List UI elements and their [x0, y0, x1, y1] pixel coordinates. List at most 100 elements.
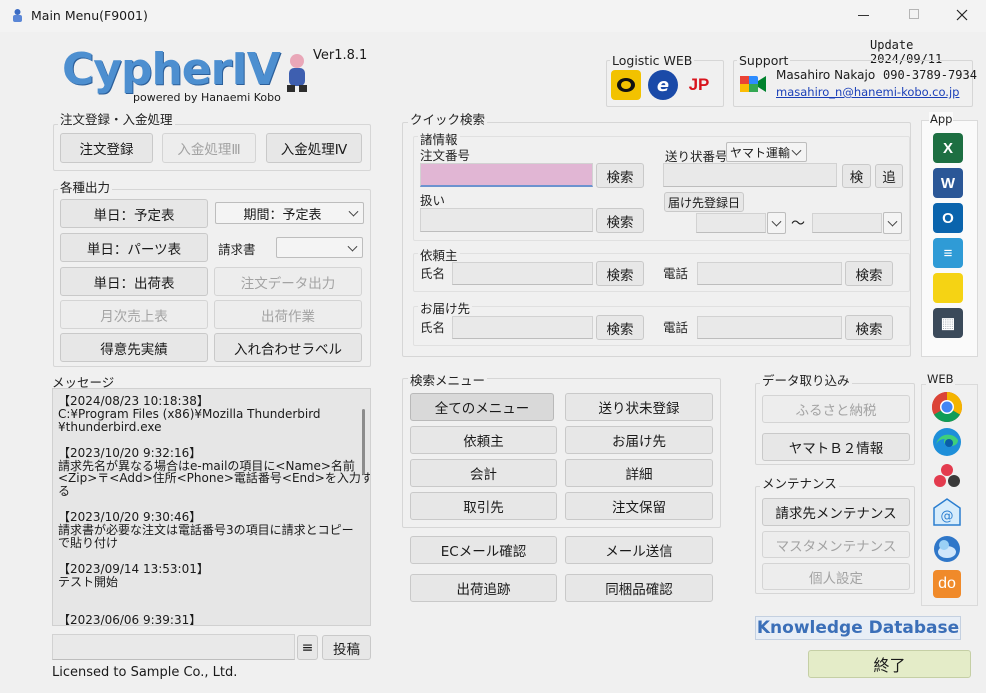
flower-app-icon[interactable]: [931, 461, 963, 493]
dest-phone-input[interactable]: [697, 316, 842, 339]
tracking-input[interactable]: [663, 163, 837, 187]
payment4-button[interactable]: 入金処理Ⅳ: [266, 133, 362, 163]
handling-input[interactable]: [420, 208, 593, 232]
calculator-letter: ▦: [940, 315, 956, 332]
date-from-input[interactable]: [696, 213, 766, 233]
message-menu-button[interactable]: ≡: [297, 635, 318, 660]
mail-app-icon[interactable]: @: [931, 496, 963, 528]
daily-ship-button[interactable]: 単日：出荷表: [60, 267, 208, 296]
logistic-web-title: Logistic WEB: [610, 53, 695, 68]
dest-name-input[interactable]: [452, 316, 593, 339]
message-line: [58, 589, 358, 602]
order-no-input[interactable]: [420, 163, 593, 187]
inspect-button[interactable]: 検: [842, 164, 871, 188]
personal-settings-button[interactable]: 個人設定: [762, 563, 910, 590]
minimize-icon[interactable]: [858, 15, 869, 16]
payment3-button[interactable]: 入金処理Ⅲ: [162, 133, 256, 163]
packing-label-button[interactable]: 入れ合わせラベル: [214, 333, 362, 362]
app-panel-title: App: [929, 112, 954, 126]
date-to-input[interactable]: [812, 213, 882, 233]
do-app-icon[interactable]: do: [933, 570, 961, 598]
support-email-link[interactable]: masahiro_n@hanemi-kobo.co.jp: [776, 85, 959, 99]
untracked-button[interactable]: 送り状未登録: [565, 393, 713, 421]
yamato-b2-button[interactable]: ヤマトＢ２情報: [762, 433, 910, 461]
message-line: 【2023/09/14 13:53:01】: [58, 561, 209, 576]
order-no-search-button[interactable]: 検索: [596, 163, 644, 188]
message-line: 【2024/08/23 10:18:38】: [58, 394, 209, 408]
search-client-button[interactable]: 依頼主: [410, 426, 557, 454]
maintenance-title: メンテナンス: [760, 473, 839, 492]
order-register-button[interactable]: 注文登録: [60, 133, 153, 163]
on-hold-button[interactable]: 注文保留: [565, 492, 713, 520]
ship-track-button[interactable]: 出荷追跡: [410, 574, 557, 602]
sagawa-logo-icon[interactable]: e: [648, 70, 678, 100]
post-button[interactable]: 投稿: [322, 635, 371, 660]
calculator-icon[interactable]: ▦: [933, 308, 963, 338]
daily-parts-button[interactable]: 単日：パーツ表: [60, 233, 208, 262]
notepad-letter: ≡: [943, 244, 953, 262]
all-menu-button[interactable]: 全てのメニュー: [410, 393, 554, 421]
daily-schedule-button[interactable]: 単日：予定表: [60, 199, 208, 228]
edge-icon[interactable]: [931, 426, 963, 458]
furusato-button[interactable]: ふるさと納税: [762, 395, 910, 423]
master-maintenance-button[interactable]: マスタメンテナンス: [762, 531, 910, 558]
sticky-notes-icon[interactable]: [933, 273, 963, 303]
maximize-icon[interactable]: [909, 9, 919, 19]
chrome-icon[interactable]: [931, 391, 963, 423]
knowledge-database-link[interactable]: Knowledge Database: [755, 616, 961, 640]
message-line: <Zip>〒<Add>住所<Phone>電話番号<End>を入力す: [58, 471, 371, 486]
message-input[interactable]: [52, 634, 295, 660]
exit-button[interactable]: 終了: [808, 650, 971, 678]
thunderbird-icon[interactable]: [931, 533, 963, 565]
search-destination-button[interactable]: お届け先: [565, 426, 713, 454]
detail-button[interactable]: 詳細: [565, 459, 713, 487]
close-icon[interactable]: [954, 7, 970, 23]
period-schedule-select[interactable]: 期間：予定表: [215, 202, 364, 224]
japanpost-logo-icon[interactable]: JP: [684, 70, 714, 100]
chevron-down-icon: [791, 145, 802, 156]
period-schedule-value: 期間：予定表: [243, 207, 322, 223]
invoice-select[interactable]: [276, 237, 363, 258]
message-line: テスト開始: [58, 574, 119, 589]
handling-search-button[interactable]: 検索: [596, 208, 644, 233]
window-title: Main Menu(F9001): [31, 8, 148, 23]
monthly-sales-button[interactable]: 月次売上表: [60, 300, 208, 329]
date-to-dropdown[interactable]: [883, 212, 902, 234]
carrier-select[interactable]: ヤマト運輸: [726, 142, 807, 162]
order-data-output-button[interactable]: 注文データ出力: [214, 267, 362, 296]
yamato-logo-icon[interactable]: [611, 70, 641, 100]
ec-mail-button[interactable]: ECメール確認: [410, 536, 557, 564]
client-phone-search-button[interactable]: 検索: [845, 261, 893, 286]
meet-icon[interactable]: [739, 72, 767, 96]
dest-phone-search-button[interactable]: 検索: [845, 315, 893, 340]
message-line: [58, 550, 358, 563]
message-line: C:¥Program Files (x86)¥Mozilla Thunderbi…: [58, 406, 321, 421]
order-no-label: 注文番号: [420, 148, 471, 163]
bundle-check-button[interactable]: 同梱品確認: [565, 574, 713, 602]
excel-icon[interactable]: X: [933, 133, 963, 163]
date-from-dropdown[interactable]: [767, 212, 786, 234]
client-name-input[interactable]: [452, 262, 593, 285]
search-menu-title: 検索メニュー: [408, 370, 488, 389]
client-name-search-button[interactable]: 検索: [596, 261, 644, 286]
license-text: Licensed to Sample Co., Ltd.: [52, 665, 238, 680]
outlook-icon[interactable]: O: [933, 203, 963, 233]
billing-maintenance-button[interactable]: 請求先メンテナンス: [762, 498, 910, 526]
message-line: 【2023/10/20 9:32:16】: [58, 445, 202, 460]
partner-button[interactable]: 取引先: [410, 492, 557, 520]
dest-name-label: 氏名: [420, 320, 446, 335]
dest-name-search-button[interactable]: 検索: [596, 315, 644, 340]
messages-scrollbar[interactable]: [362, 409, 365, 475]
word-icon[interactable]: W: [933, 168, 963, 198]
accounting-button[interactable]: 会計: [410, 459, 557, 487]
client-phone-input[interactable]: [697, 262, 842, 285]
ship-work-button[interactable]: 出荷作業: [214, 300, 362, 329]
notepad-icon[interactable]: ≡: [933, 238, 963, 268]
send-mail-button[interactable]: メール送信: [565, 536, 713, 564]
delivery-date-button[interactable]: 届け先登録日: [664, 192, 744, 212]
client-results-button[interactable]: 得意先実績: [60, 333, 208, 362]
add-button[interactable]: 追: [875, 164, 903, 188]
import-title: データ取り込み: [760, 370, 852, 389]
title-bar: Main Menu(F9001): [0, 0, 986, 32]
message-line: る: [58, 484, 71, 499]
